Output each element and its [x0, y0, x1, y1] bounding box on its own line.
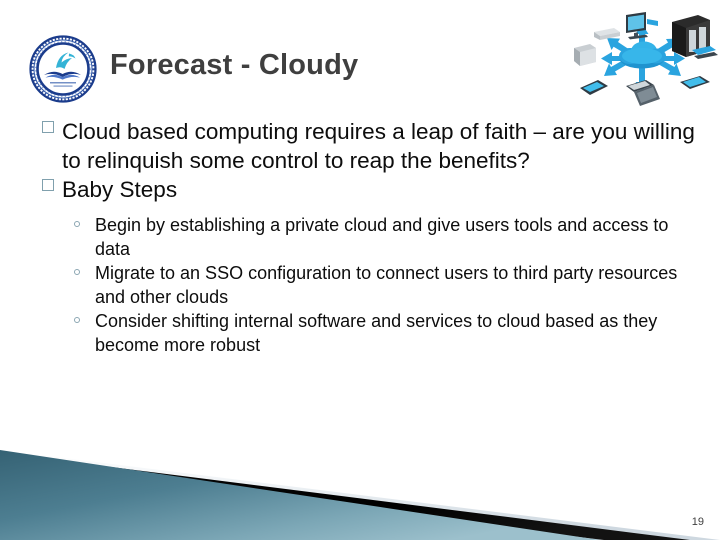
bullet-level2-text: Begin by establishing a private cloud an… [95, 214, 669, 259]
hollow-circle-bullet-icon [74, 220, 80, 227]
list-item: Consider shifting internal software and … [0, 309, 720, 357]
bullet-level2-text: Consider shifting internal software and … [95, 310, 658, 355]
list-item: Begin by establishing a private cloud an… [0, 213, 720, 261]
page-number: 19 [691, 516, 704, 528]
bottom-decorative-banner [0, 420, 720, 540]
school-seal-logo [29, 35, 97, 103]
hollow-square-bullet-icon [42, 121, 54, 133]
slide-header: Forecast - Cloudy [0, 0, 720, 115]
page-title: Forecast - Cloudy [110, 49, 359, 81]
slide-body: Cloud based computing requires a leap of… [0, 118, 720, 357]
hollow-circle-bullet-icon [74, 268, 80, 275]
bullet-level2-list: Begin by establishing a private cloud an… [0, 213, 720, 357]
cloud-computing-diagram [568, 0, 720, 112]
bullet-level1-text: Cloud based computing requires a leap of… [62, 119, 695, 173]
bullet-level1-item: Baby Steps [0, 176, 720, 205]
presentation-slide: Forecast - Cloudy Cloud based computing … [0, 0, 720, 540]
bullet-level1-item: Cloud based computing requires a leap of… [0, 118, 720, 175]
hollow-circle-bullet-icon [74, 316, 80, 323]
list-item: Migrate to an SSO configuration to conne… [0, 261, 720, 309]
hollow-square-bullet-icon [42, 179, 54, 191]
bullet-level1-text: Baby Steps [62, 177, 178, 202]
bullet-level2-text: Migrate to an SSO configuration to conne… [95, 262, 678, 307]
